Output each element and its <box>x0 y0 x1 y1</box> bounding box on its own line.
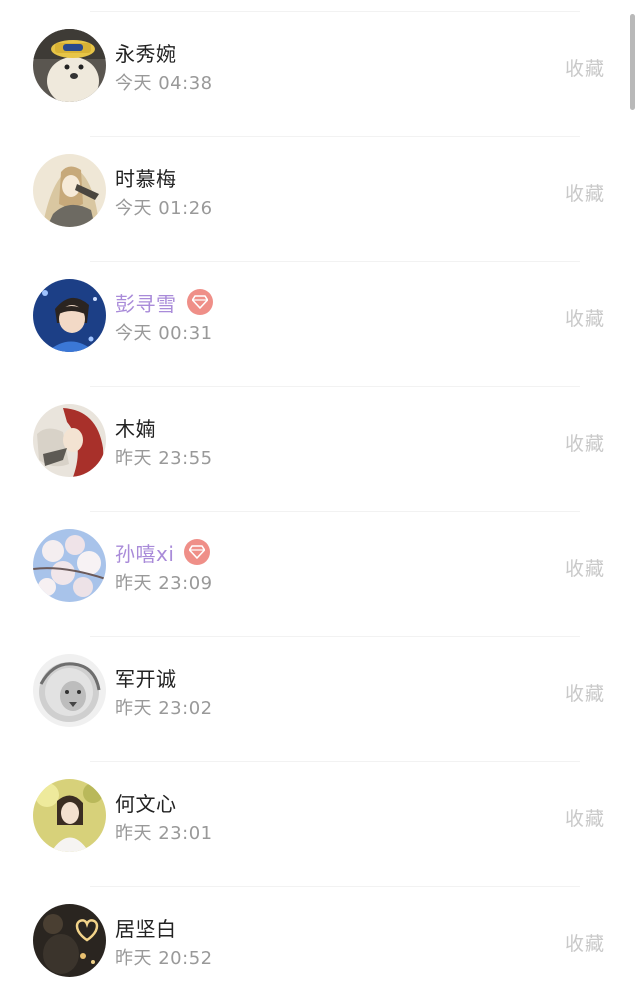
timestamp: 昨天 23:09 <box>115 573 213 594</box>
avatar[interactable] <box>33 904 106 977</box>
avatar[interactable] <box>33 529 106 602</box>
scrollbar[interactable] <box>630 14 635 110</box>
photo-avatar-lion-sketch <box>33 654 106 727</box>
list-item[interactable]: 居坚白 昨天 20:52 收藏 <box>0 887 640 984</box>
favorite-button[interactable]: 收藏 <box>565 54 605 81</box>
favorite-button[interactable]: 收藏 <box>565 804 605 831</box>
list-item[interactable]: 何文心 昨天 23:01 收藏 <box>0 762 640 887</box>
name-line: 何文心 <box>115 787 177 817</box>
list-item[interactable]: 时慕梅 今天 01:26 收藏 <box>0 137 640 262</box>
timestamp: 今天 04:38 <box>115 73 213 94</box>
name-line: 木婻 <box>115 412 156 442</box>
list-item[interactable]: 永秀婉 今天 04:38 收藏 <box>0 12 640 137</box>
avatar[interactable] <box>33 29 106 102</box>
list-item[interactable]: 军开诚 昨天 23:02 收藏 <box>0 637 640 762</box>
timestamp: 昨天 23:01 <box>115 823 213 844</box>
list-item[interactable]: 孙嘻xi 昨天 23:09 收藏 <box>0 512 640 637</box>
list-item[interactable]: 彭寻雪 今天 00:31 收藏 <box>0 262 640 387</box>
user-name[interactable]: 军开诚 <box>115 663 177 692</box>
favorite-button[interactable]: 收藏 <box>565 179 605 206</box>
name-line: 孙嘻xi <box>115 537 211 567</box>
avatar[interactable] <box>33 154 106 227</box>
name-line: 永秀婉 <box>115 37 177 67</box>
timestamp: 昨天 23:55 <box>115 448 213 469</box>
user-name[interactable]: 居坚白 <box>115 913 177 942</box>
favorite-button[interactable]: 收藏 <box>565 304 605 331</box>
user-name[interactable]: 孙嘻xi <box>115 538 174 567</box>
favorite-button[interactable]: 收藏 <box>565 554 605 581</box>
follower-list-screen: 永秀婉 今天 04:38 收藏 时慕梅 今天 01:26 收藏 彭寻雪 今天 0… <box>0 0 640 984</box>
timestamp: 昨天 20:52 <box>115 948 213 969</box>
avatar[interactable] <box>33 654 106 727</box>
name-line: 军开诚 <box>115 662 177 692</box>
timestamp: 今天 00:31 <box>115 323 213 344</box>
name-line: 彭寻雪 <box>115 287 213 317</box>
favorite-button[interactable]: 收藏 <box>565 429 605 456</box>
photo-avatar-illustration-girl <box>33 154 106 227</box>
user-list: 永秀婉 今天 04:38 收藏 时慕梅 今天 01:26 收藏 彭寻雪 今天 0… <box>0 12 640 984</box>
vip-diamond-icon <box>184 539 211 565</box>
name-line: 居坚白 <box>115 912 177 942</box>
photo-avatar-heart-lights <box>33 904 106 977</box>
user-name[interactable]: 彭寻雪 <box>115 288 177 317</box>
avatar[interactable] <box>33 779 106 852</box>
favorite-button[interactable]: 收藏 <box>565 929 605 956</box>
photo-avatar-girl-outdoors <box>33 779 106 852</box>
user-name[interactable]: 何文心 <box>115 788 177 817</box>
list-item[interactable]: 木婻 昨天 23:55 收藏 <box>0 387 640 512</box>
user-name[interactable]: 永秀婉 <box>115 38 177 67</box>
photo-avatar-red-hair-girl <box>33 404 106 477</box>
vip-diamond-icon <box>186 289 213 315</box>
timestamp: 今天 01:26 <box>115 198 213 219</box>
user-name[interactable]: 木婻 <box>115 413 156 442</box>
user-name[interactable]: 时慕梅 <box>115 163 177 192</box>
favorite-button[interactable]: 收藏 <box>565 679 605 706</box>
avatar[interactable] <box>33 404 106 477</box>
avatar[interactable] <box>33 279 106 352</box>
name-line: 时慕梅 <box>115 162 177 192</box>
photo-avatar-anime-boy <box>33 279 106 352</box>
photo-avatar-dog-with-cap <box>33 29 106 102</box>
timestamp: 昨天 23:02 <box>115 698 213 719</box>
photo-avatar-cherry-blossom <box>33 529 106 602</box>
